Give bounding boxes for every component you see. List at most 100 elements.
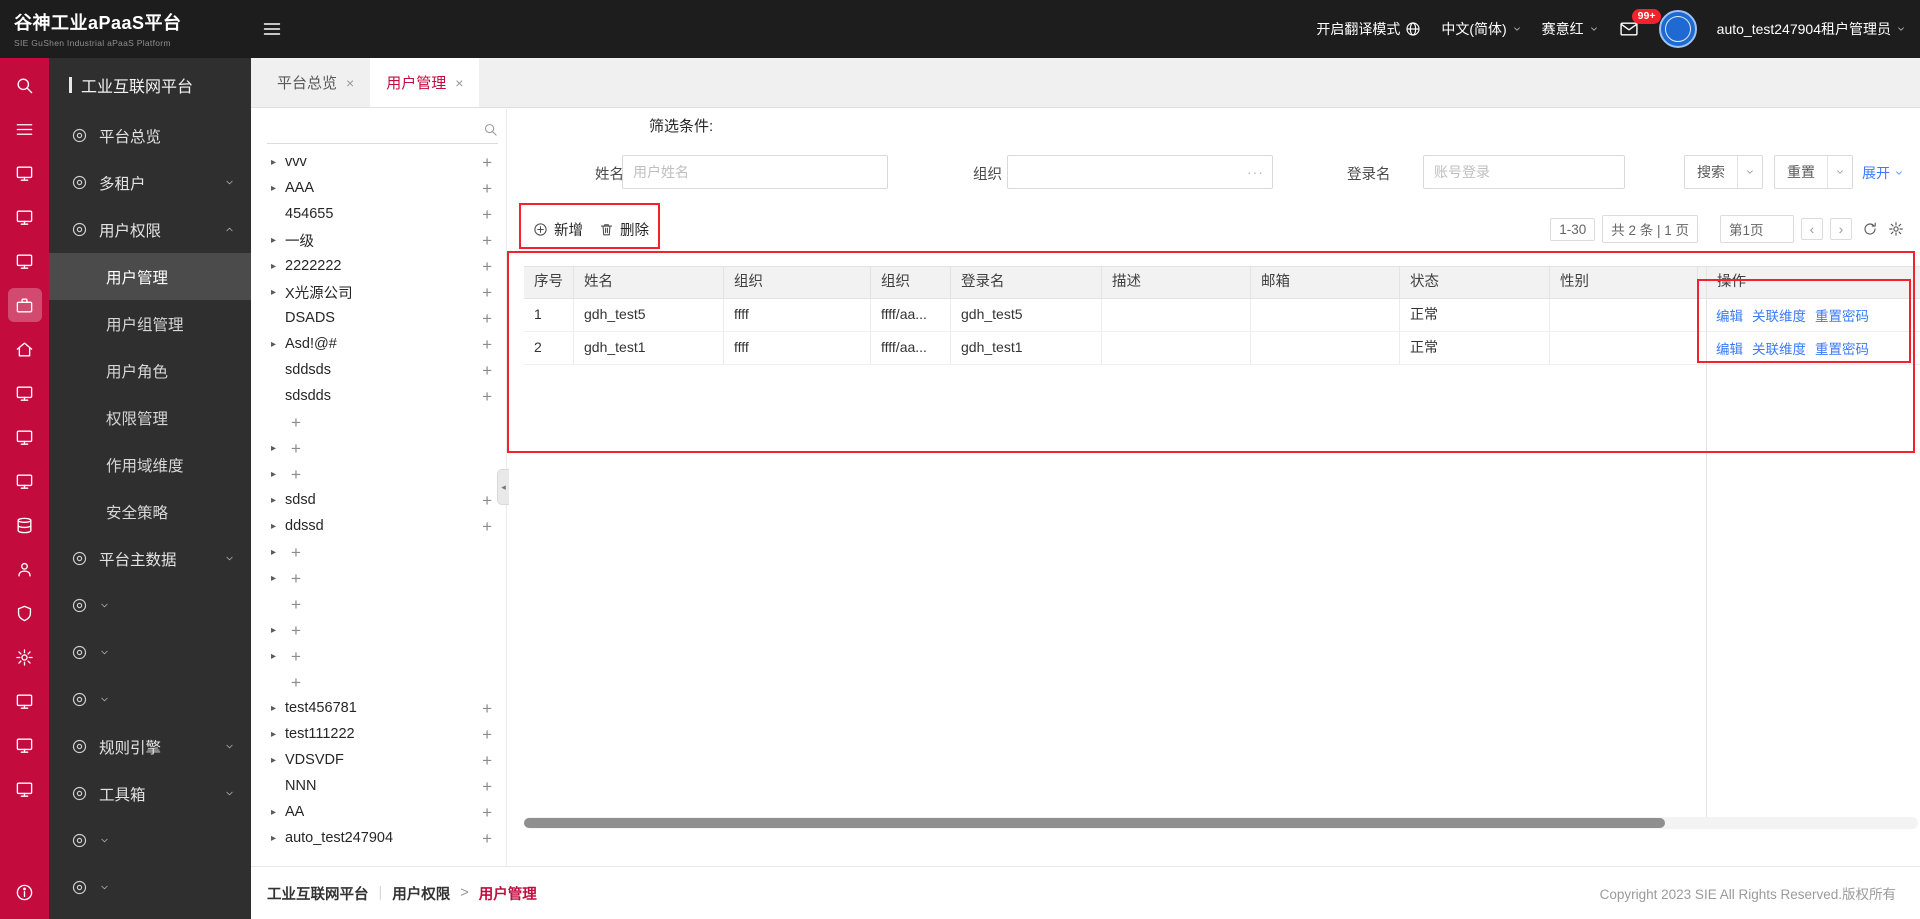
add-node-button[interactable]: + <box>476 726 492 743</box>
rail-item-app-8[interactable] <box>8 728 42 762</box>
rail-item-menu[interactable] <box>8 112 42 146</box>
reset-password-link[interactable]: 重置密码 <box>1815 305 1869 325</box>
add-node-button[interactable]: + <box>476 232 492 249</box>
tree-item[interactable]: ▸ 2222222 + <box>251 253 506 279</box>
rail-item-info[interactable] <box>7 875 41 909</box>
tab-platform-overview[interactable]: 平台总览 × <box>261 58 370 107</box>
add-node-button[interactable]: + <box>285 544 301 561</box>
tree-item[interactable]: 454655 + <box>251 201 506 227</box>
tree-item[interactable]: ▸ dfdf + <box>251 435 301 461</box>
add-node-button[interactable]: + <box>476 154 492 171</box>
caret-right-icon[interactable]: ▸ <box>271 755 285 766</box>
rail-item-workbench[interactable] <box>7 288 42 322</box>
close-icon[interactable]: × <box>346 75 354 91</box>
caret-right-icon[interactable]: ▸ <box>271 573 285 584</box>
caret-right-icon[interactable]: ▸ <box>271 625 285 636</box>
add-node-button[interactable]: + <box>285 648 301 665</box>
rail-item-app-1[interactable] <box>8 156 42 190</box>
chevron-down-icon[interactable] <box>1828 167 1852 177</box>
login-filter-input[interactable] <box>1423 155 1625 189</box>
sidebar-item[interactable]: 平台总览 <box>49 112 251 159</box>
tree-item[interactable]: sdsdds + <box>251 383 506 409</box>
caret-right-icon[interactable]: ▸ <box>271 443 285 454</box>
sidebar-item[interactable]: 编码规则 <box>49 817 102 864</box>
caret-right-icon[interactable]: ▸ <box>271 521 285 532</box>
add-node-button[interactable]: + <box>476 310 492 327</box>
tab-user-management[interactable]: 用户管理 × <box>370 58 480 107</box>
caret-right-icon[interactable]: ▸ <box>271 807 285 818</box>
tree-item[interactable]: ▸ 一级 + <box>251 227 506 253</box>
sidebar-item[interactable]: 开发者中心 <box>49 582 97 629</box>
edit-link[interactable]: 编辑 <box>1716 338 1743 358</box>
edit-link[interactable]: 编辑 <box>1716 305 1743 325</box>
language-selector[interactable]: 中文(简体) <box>1441 19 1521 39</box>
tree-item[interactable]: dsdssd + <box>251 591 302 617</box>
add-node-button[interactable]: + <box>476 258 492 275</box>
rail-item-home[interactable] <box>8 332 42 366</box>
tree-item[interactable]: dffdfd + <box>251 409 301 435</box>
tree-item[interactable]: ▸ test111222 + <box>251 721 506 747</box>
caret-right-icon[interactable]: ▸ <box>271 157 285 168</box>
tree-item[interactable]: sdsdsd + <box>251 669 305 695</box>
sidebar-item[interactable]: 工作流程管理 <box>49 629 98 676</box>
add-node-button[interactable]: + <box>476 388 492 405</box>
add-node-button[interactable]: + <box>476 206 492 223</box>
add-node-button[interactable]: + <box>285 596 301 613</box>
tree-item[interactable]: ▸ ddssd + <box>251 513 506 539</box>
add-node-button[interactable]: + <box>285 414 301 431</box>
sidebar-item[interactable]: 安全策略 <box>49 488 251 535</box>
tree-item[interactable]: ▸ Asd!@# + <box>251 331 506 357</box>
add-node-button[interactable]: + <box>476 830 492 847</box>
rail-item-app-6[interactable] <box>8 464 42 498</box>
sidebar-item[interactable]: 规则引擎 <box>49 723 251 770</box>
add-node-button[interactable]: + <box>285 622 301 639</box>
add-node-button[interactable]: + <box>476 700 492 717</box>
sidebar-item[interactable]: 用户管理 <box>49 253 251 300</box>
caret-right-icon[interactable]: ▸ <box>271 833 285 844</box>
add-node-button[interactable]: + <box>476 778 492 795</box>
notifications-button[interactable]: 99+ <box>1619 9 1662 39</box>
prev-page-button[interactable]: ‹ <box>1801 218 1823 240</box>
rail-item-search[interactable] <box>8 68 42 102</box>
caret-right-icon[interactable]: ▸ <box>271 547 285 558</box>
sidebar-item[interactable]: 工具箱 <box>49 770 251 817</box>
caret-right-icon[interactable]: ▸ <box>271 287 285 298</box>
breadcrumb-parent[interactable]: 用户权限 <box>392 883 450 904</box>
caret-right-icon[interactable]: ▸ <box>271 651 285 662</box>
tree-item[interactable]: ▸ sdsdds + <box>251 643 304 669</box>
rail-item-app-4[interactable] <box>8 376 42 410</box>
add-button[interactable]: 新增 <box>533 213 583 245</box>
rail-item-app-3[interactable] <box>8 244 42 278</box>
expand-filters-link[interactable]: 展开 <box>1862 163 1904 183</box>
chevron-down-icon[interactable] <box>1738 167 1762 177</box>
rail-item-security[interactable] <box>8 596 42 630</box>
caret-right-icon[interactable]: ▸ <box>271 235 285 246</box>
refresh-icon[interactable] <box>1862 221 1878 237</box>
caret-right-icon[interactable]: ▸ <box>271 469 285 480</box>
sidebar-item[interactable]: 站内消息 <box>49 864 103 911</box>
rail-item-app-2[interactable] <box>8 200 42 234</box>
translate-mode-toggle[interactable]: 开启翻译模式 <box>1316 19 1421 39</box>
page-number-input[interactable]: 第1页 <box>1720 215 1794 243</box>
search-button[interactable]: 搜索 <box>1684 155 1763 189</box>
tree-item[interactable]: ▸ dsdssd + <box>251 617 303 643</box>
next-page-button[interactable]: › <box>1830 218 1852 240</box>
sidebar-item[interactable]: 权限管理 <box>49 394 251 441</box>
reset-button[interactable]: 重置 <box>1774 155 1853 189</box>
tree-item[interactable]: ▸ 544545 + <box>251 565 301 591</box>
rail-item-app-9[interactable] <box>8 772 42 806</box>
tree-item[interactable]: ▸ test456781 + <box>251 695 506 721</box>
theme-selector[interactable]: 赛意红 <box>1542 19 1599 39</box>
tree-item[interactable]: ▸ auto_test247904 + <box>251 825 506 851</box>
sidebar-item[interactable]: 用户角色 <box>49 347 251 394</box>
avatar[interactable] <box>1658 10 1697 48</box>
add-node-button[interactable]: + <box>476 804 492 821</box>
sidebar-item[interactable]: 多租户 <box>49 159 251 206</box>
caret-right-icon[interactable]: ▸ <box>271 261 285 272</box>
sidebar-item[interactable]: 国际化 <box>49 676 99 723</box>
relate-dimension-link[interactable]: 关联维度 <box>1752 305 1806 325</box>
add-node-button[interactable]: + <box>476 492 492 509</box>
rail-item-database[interactable] <box>8 508 42 542</box>
reset-password-link[interactable]: 重置密码 <box>1815 338 1869 358</box>
sidebar-item[interactable]: 作用域维度 <box>49 441 251 488</box>
